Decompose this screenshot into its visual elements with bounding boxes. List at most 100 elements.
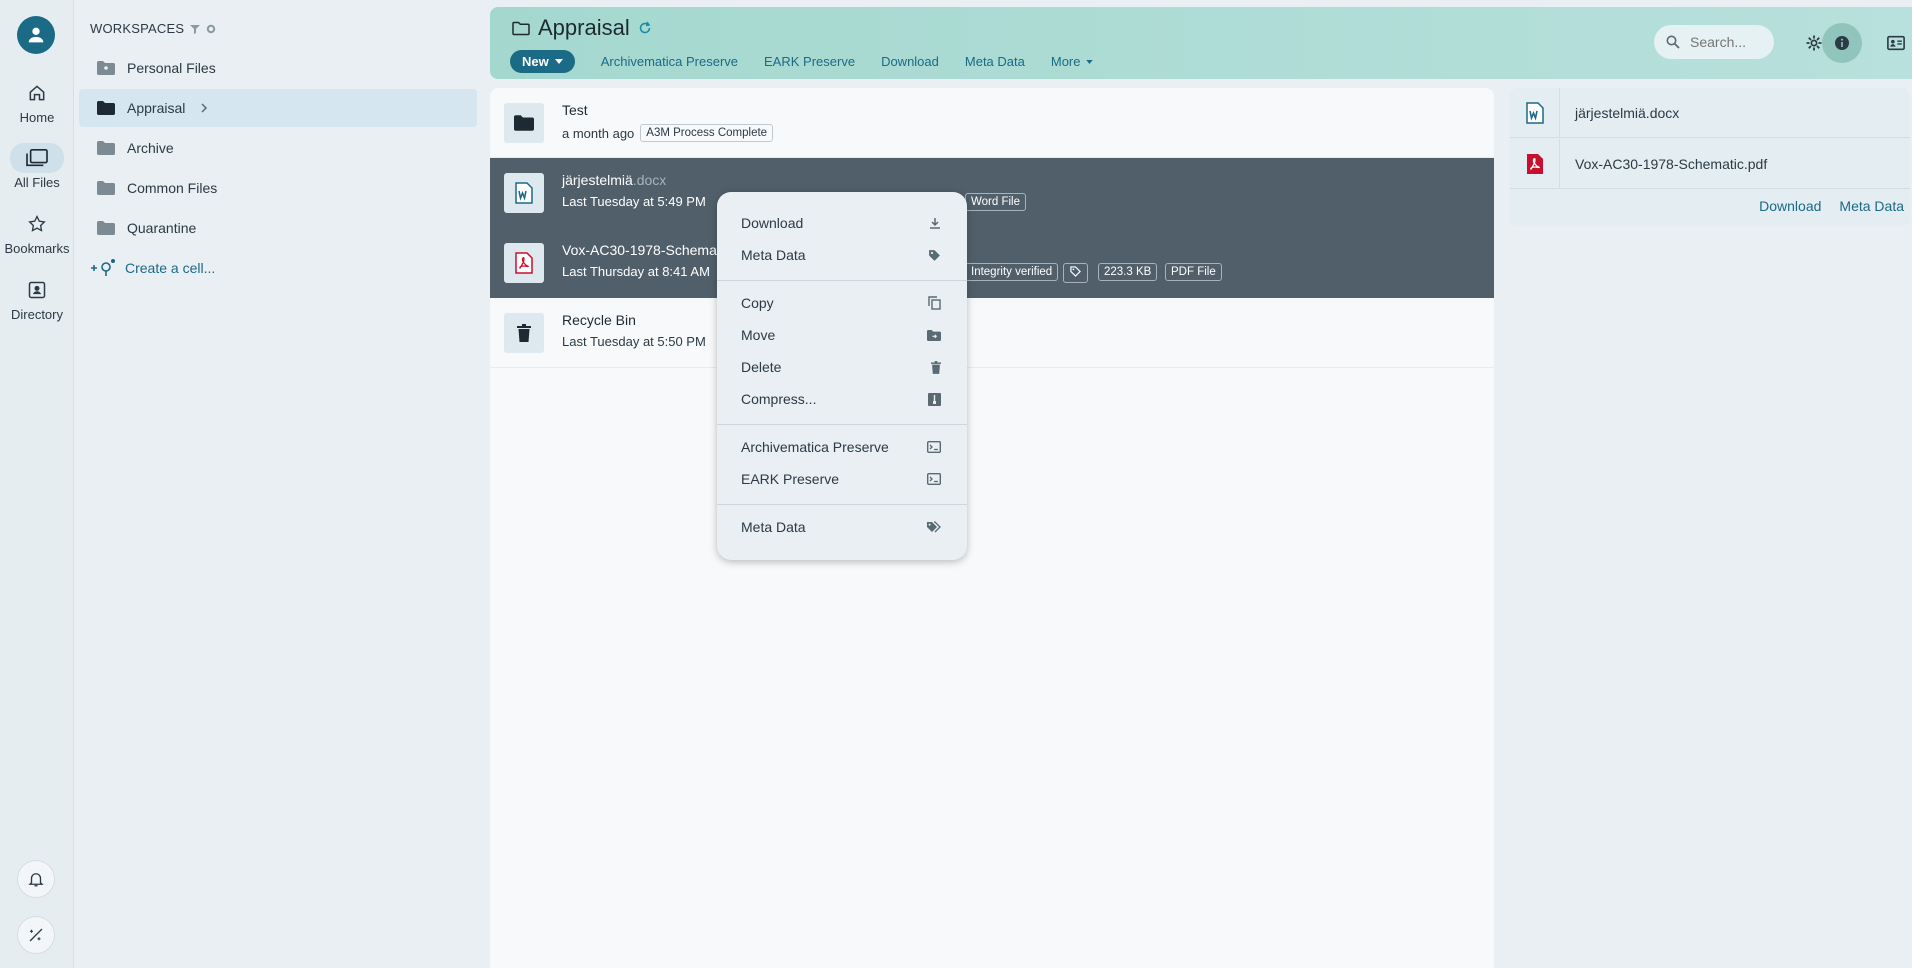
file-ext: .docx [632,172,667,188]
rail-label-all-files: All Files [14,175,60,190]
workspace-item-archive[interactable]: Archive [79,129,477,167]
menu-item-archivematica-preserve[interactable]: Archivematica Preserve [717,433,967,461]
workspace-label: Quarantine [127,220,197,236]
thumbnail [504,313,544,353]
file-name-text: Test [562,102,588,118]
search-icon [1666,35,1680,49]
file-meta: Last Tuesday at 5:49 PM [562,194,706,209]
workspace-item-common-files[interactable]: Common Files [79,169,477,207]
menu-divider [717,424,967,425]
toolbar: New Archivematica Preserve EARK Preserve… [510,50,1093,73]
toolbar-meta-data[interactable]: Meta Data [965,54,1025,69]
menu-item-delete[interactable]: Delete [717,353,967,381]
file-name-text: Recycle Bin [562,312,636,328]
toolbar-eark-preserve[interactable]: EARK Preserve [764,54,855,69]
workspaces-panel: WORKSPACES Personal Files Appraisal Arch… [75,0,483,968]
archive-icon [928,392,941,406]
file-date: Last Thursday at 8:41 AM [562,264,710,279]
rail-item-home[interactable]: Home [0,78,74,125]
workspace-label: Personal Files [127,60,216,76]
file-date: Last Tuesday at 5:49 PM [562,194,706,209]
thumbnail [1510,87,1560,138]
terminal-icon [927,441,941,453]
magic-wand-icon [29,928,43,942]
create-cell-label: Create a cell... [125,260,216,276]
menu-item-label: EARK Preserve [741,471,840,487]
tag-badge[interactable] [1063,263,1088,283]
menu-item-meta-data[interactable]: Meta Data [717,241,967,269]
new-button[interactable]: New [510,50,575,73]
file-size-badge: 223.3 KB [1098,263,1158,281]
gear-icon[interactable] [206,24,216,34]
word-file-icon [515,182,533,204]
workspace-item-appraisal[interactable]: Appraisal [79,89,477,127]
home-icon [29,85,45,101]
info-icon [1835,36,1849,50]
menu-item-meta-data-2[interactable]: Meta Data [717,513,967,541]
filter-icon[interactable] [190,24,201,34]
workspace-item-quarantine[interactable]: Quarantine [79,209,477,247]
search-box[interactable] [1654,25,1774,59]
contact-card-button[interactable] [1880,27,1912,59]
thumbnail [504,243,544,283]
folder-icon [514,115,534,131]
menu-item-eark-preserve[interactable]: EARK Preserve [717,465,967,493]
selection-info-panel: järjestelmiä.docx Vox-AC30-1978-Schemati… [1510,87,1910,226]
theme-toggle-button[interactable] [17,916,55,954]
workspace-item-personal-files[interactable]: Personal Files [79,49,477,87]
folder-move-icon [927,329,941,341]
file-name: järjestelmiä.docx [562,172,666,188]
chevron-right-icon[interactable] [199,102,209,114]
personal-folder-icon [97,61,115,75]
create-cell-link[interactable]: Create a cell... [89,258,215,278]
file-row-recycle-bin[interactable]: Recycle Bin Last Tuesday at 5:50 PM [490,298,1494,368]
menu-item-move[interactable]: Move [717,321,967,349]
folder-icon [97,221,115,235]
rail-item-all-files[interactable]: All Files [0,143,74,190]
file-row-pdf[interactable]: Vox-AC30-1978-Schema Last Thursday at 8:… [490,228,1494,298]
user-avatar[interactable] [17,16,55,54]
selected-file-row[interactable]: järjestelmiä.docx [1510,87,1910,138]
trash-icon [517,324,531,342]
caret-down-icon [554,59,563,64]
file-name: Test [562,102,588,118]
selected-file-name: Vox-AC30-1978-Schematic.pdf [1575,155,1768,172]
rail-label-directory: Directory [10,307,63,322]
left-rail: Home All Files Bookmarks Directory [0,0,74,968]
selected-file-row[interactable]: Vox-AC30-1978-Schematic.pdf [1510,138,1910,189]
info-download-link[interactable]: Download [1759,198,1821,214]
user-icon [28,27,44,43]
file-date: a month ago [562,125,635,141]
menu-item-download[interactable]: Download [717,209,967,237]
file-list: Test a month ago A3M Process Complete jä… [490,88,1494,968]
info-button[interactable] [1822,23,1862,63]
file-row-test[interactable]: Test a month ago A3M Process Complete [490,88,1494,158]
file-row-docx[interactable]: järjestelmiä.docx Last Tuesday at 5:49 P… [490,158,1494,228]
file-type-badge: PDF File [1165,263,1222,281]
menu-item-label: Move [741,327,776,343]
pdf-file-icon [515,252,533,274]
menu-item-compress[interactable]: Compress... [717,385,967,413]
bell-icon [28,873,44,887]
folder-icon [97,141,115,155]
rail-item-bookmarks[interactable]: Bookmarks [0,209,74,256]
toolbar-archivematica-preserve[interactable]: Archivematica Preserve [601,54,738,69]
page-title-text: Appraisal [538,15,630,40]
file-meta: a month ago A3M Process Complete [562,124,774,142]
thumbnail [504,103,544,143]
info-actions: Download Meta Data [1759,198,1904,214]
copy-icon [928,296,941,310]
menu-item-copy[interactable]: Copy [717,289,967,317]
search-input[interactable] [1690,34,1766,50]
toolbar-download[interactable]: Download [881,54,939,69]
new-button-label: New [522,54,549,69]
menu-item-label: Delete [741,359,782,375]
info-meta-data-link[interactable]: Meta Data [1839,198,1904,214]
rail-item-directory[interactable]: Directory [0,275,74,322]
toolbar-more[interactable]: More [1051,54,1093,69]
refresh-icon[interactable] [638,21,652,35]
folder-outline-icon [512,21,530,35]
file-meta: Last Thursday at 8:41 AM [562,264,710,279]
notifications-button[interactable] [17,860,55,898]
menu-divider [717,504,967,505]
